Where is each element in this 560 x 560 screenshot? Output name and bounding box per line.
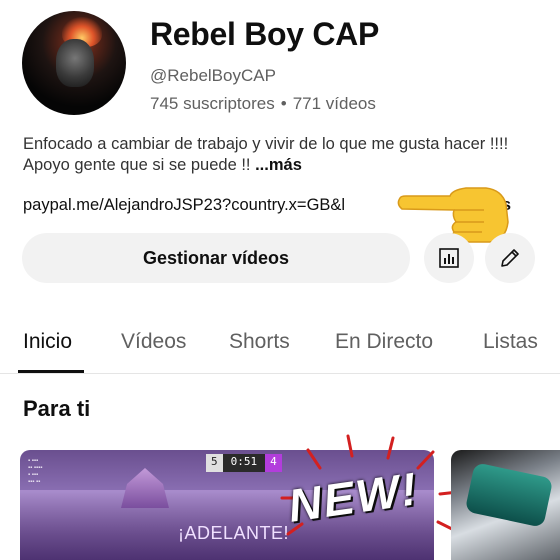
pencil-icon xyxy=(501,249,519,267)
tab-en-directo[interactable]: En Directo xyxy=(335,330,433,354)
stats-separator: • xyxy=(280,94,287,113)
channel-handle: @RebelBoyCAP xyxy=(150,66,276,85)
channel-name: Rebel Boy CAP xyxy=(150,16,380,52)
channel-avatar[interactable] xyxy=(22,11,126,115)
channel-link-row[interactable]: paypal.me/AlejandroJSP23?country.x=GB&l … xyxy=(23,196,511,215)
thumbnail-structure xyxy=(121,468,169,508)
bar-chart-icon xyxy=(439,248,459,268)
tab-videos[interactable]: Vídeos xyxy=(121,330,186,354)
section-title: Para ti xyxy=(23,396,91,421)
thumbnail-car xyxy=(464,462,554,528)
tab-listas[interactable]: Listas xyxy=(483,330,538,354)
analytics-button[interactable] xyxy=(424,233,474,283)
video-thumbnail-secondary[interactable] xyxy=(451,450,560,560)
avatar-face xyxy=(56,39,94,87)
video-count: 771 vídeos xyxy=(292,94,376,113)
edit-channel-button[interactable] xyxy=(485,233,535,283)
channel-link[interactable]: paypal.me/AlejandroJSP23?country.x=GB&l xyxy=(23,196,345,214)
score-left: 5 xyxy=(206,454,223,472)
thumbnail-killfeed: ▪ ▪▪▪ ▪▪ ▪▪▪▪ ▪ ▪▪▪ ▪▪▪ ▪▪ xyxy=(28,458,43,485)
tab-shorts[interactable]: Shorts xyxy=(229,330,290,354)
manage-videos-button[interactable]: Gestionar vídeos xyxy=(22,233,410,283)
subscriber-count: 745 suscriptores xyxy=(150,94,275,113)
tab-inicio[interactable]: Inicio xyxy=(23,330,72,354)
channel-tabs: Inicio Vídeos Shorts En Directo Listas xyxy=(0,312,560,374)
channel-stats: 745 suscriptores • 771 vídeos xyxy=(150,94,376,114)
channel-description[interactable]: Enfocado a cambiar de trabajo y vivir de… xyxy=(23,134,543,176)
match-time: 0:51 xyxy=(222,454,266,472)
description-more-link[interactable]: ...más xyxy=(255,156,302,174)
active-tab-indicator xyxy=(18,370,84,373)
